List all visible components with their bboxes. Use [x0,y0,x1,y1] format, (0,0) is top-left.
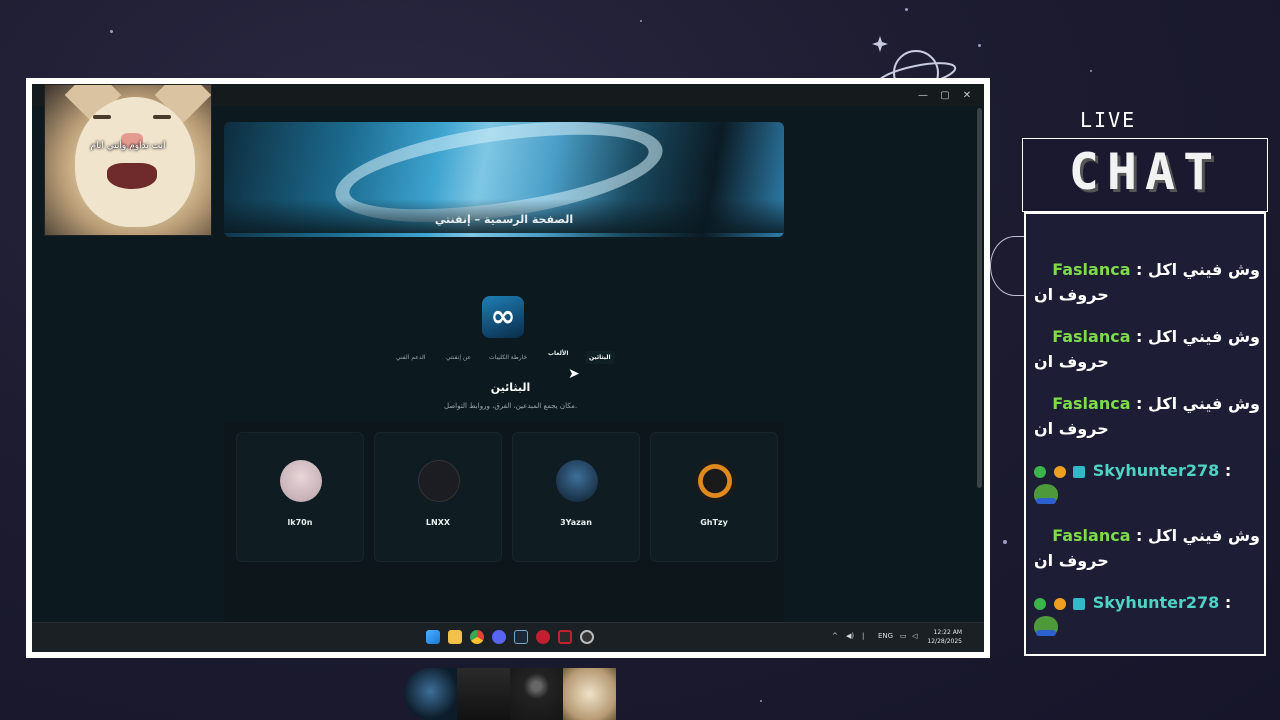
chat-message: وش فيني اكل : Faslanca حروف ان [1034,526,1260,570]
obs-icon[interactable] [580,630,594,644]
cat-eye [153,115,171,119]
star [1090,70,1092,72]
live-label: LIVE [1080,108,1137,132]
mouse-cursor: ➤ [568,366,580,382]
cat-mouth [107,163,157,189]
scene-thumbnails [404,668,616,720]
chat-text: : [1224,593,1232,612]
thumbnail[interactable] [404,668,457,720]
avatar [418,460,460,502]
webcam-caption: انت تداوم وانتي انام [90,141,166,151]
scrollbar-thumb[interactable] [977,108,982,488]
sub-badge-icon [1053,465,1066,478]
mic-icon[interactable]: | [862,632,864,640]
streamer-card[interactable]: lk70n [236,432,364,562]
thumbnail[interactable] [510,668,563,720]
chat-text-line2: حروف ان [1034,285,1109,304]
close-button[interactable]: ✕ [956,86,978,104]
chat-text: : [1224,461,1232,480]
nav-clips-map[interactable]: خارطة الكليبات [489,354,527,361]
avatar [556,460,598,502]
nav-streamers[interactable]: البثائين [585,351,615,364]
avatar [694,460,736,502]
chat-title: CHAT [1068,143,1222,201]
chat-username[interactable]: Skyhunter278 [1093,593,1220,612]
game-badge-icon [1073,597,1086,610]
chat-message: وش فيني اكل : Faslanca حروف ان [1034,394,1260,438]
chat-username[interactable]: Faslanca [1052,526,1130,545]
chat-text: وش فيني اكل [1148,327,1260,346]
chat-message: وش فيني اكل : Faslanca حروف ان [1034,327,1260,371]
windows-taskbar: ^ ◀) | ENG ▭ ◁ 12:22 AM 12/28/2025 [32,622,984,652]
streamer-name: LNXX [425,518,451,527]
streamers-grid: lk70n LNXX 3Yazan GhTzy [224,422,784,622]
chevron-up-icon[interactable]: ^ [832,632,838,640]
windows-icon[interactable] [426,630,440,644]
streamer-card[interactable]: LNXX [374,432,502,562]
pepe-emote-icon [1034,484,1058,504]
chat-panel[interactable]: وش فيني اكل : Faslanca حروف ان وش فيني ا… [1024,212,1266,656]
game-badge-icon [1073,465,1086,478]
banner-caption: الصفحة الرسمية – إنفنتي [224,199,784,233]
chat-username[interactable]: Faslanca [1052,394,1130,413]
speaker-icon[interactable]: ◀) [846,632,854,640]
chat-text: وش فيني اكل [1148,260,1260,279]
chat-header: CHAT [1022,138,1268,212]
verified-badge-icon [1034,597,1046,610]
star [1003,540,1007,544]
chat-text: وش فيني اكل [1148,526,1260,545]
star [978,44,981,47]
clock-date: 12/28/2025 [927,638,962,645]
site-logo[interactable]: ∞ [482,296,524,338]
volume-icon[interactable]: ◁ [912,632,917,640]
chat-username[interactable]: Faslanca [1052,260,1130,279]
chat-username[interactable]: Faslanca [1052,327,1130,346]
webcam-overlay: انت تداوم وانتي انام [44,84,212,236]
streamer-name: GhTzy [700,518,728,527]
app-redsq-icon[interactable] [558,630,572,644]
chat-message: Skyhunter278 : [1034,461,1260,508]
avatar [280,460,322,502]
chat-message: Skyhunter278 : [1034,593,1260,640]
nav-games[interactable]: الألعاب [548,350,568,357]
chat-message: وش فيني اكل : Faslanca حروف ان [1034,260,1260,304]
maximize-button[interactable]: ▢ [934,86,956,104]
chrome-icon[interactable] [470,630,484,644]
pepe-emote-icon [1034,616,1058,636]
steam-icon[interactable] [514,630,528,644]
taskbar-clock[interactable]: 12:22 AM 12/28/2025 [927,628,962,646]
verified-badge-icon [1034,465,1046,478]
star [640,20,642,22]
section-subtitle: مكان يجمع المبدعين، الفرق، وروابط التواص… [443,402,578,410]
file-explorer-icon[interactable] [448,630,462,644]
nav-support[interactable]: الدعم الفني [396,354,425,361]
star [760,700,762,702]
cat-eye [93,115,111,119]
page-scrollbar[interactable] [977,108,982,618]
thumbnail[interactable] [563,668,616,720]
sub-badge-icon [1053,597,1066,610]
nav-about[interactable]: عن إنفنتي [446,354,471,361]
chat-username[interactable]: Skyhunter278 [1093,461,1220,480]
language-indicator[interactable]: ENG [878,632,893,640]
chat-text-line2: حروف ان [1034,419,1109,438]
discord-icon[interactable] [492,630,506,644]
chat-text-line2: حروف ان [1034,352,1109,371]
clock-time: 12:22 AM [933,629,962,636]
streamer-card[interactable]: GhTzy [650,432,778,562]
app-red-icon[interactable] [536,630,550,644]
streamer-name: 3Yazan [560,518,592,527]
chat-text: وش فيني اكل [1148,394,1260,413]
streamer-name: lk70n [287,518,313,527]
site-nav: البثائين الألعاب خارطة الكليبات عن إنفنت… [392,350,622,370]
section-title: البثائين [490,381,531,394]
site-banner: الصفحة الرسمية – إنفنتي [224,122,784,237]
chat-text-line2: حروف ان [1034,551,1109,570]
minimize-button[interactable]: — [912,86,934,104]
network-icon[interactable]: ▭ [900,632,907,640]
star [110,30,113,33]
star [905,8,908,11]
thumbnail[interactable] [457,668,510,720]
streamer-card[interactable]: 3Yazan [512,432,640,562]
